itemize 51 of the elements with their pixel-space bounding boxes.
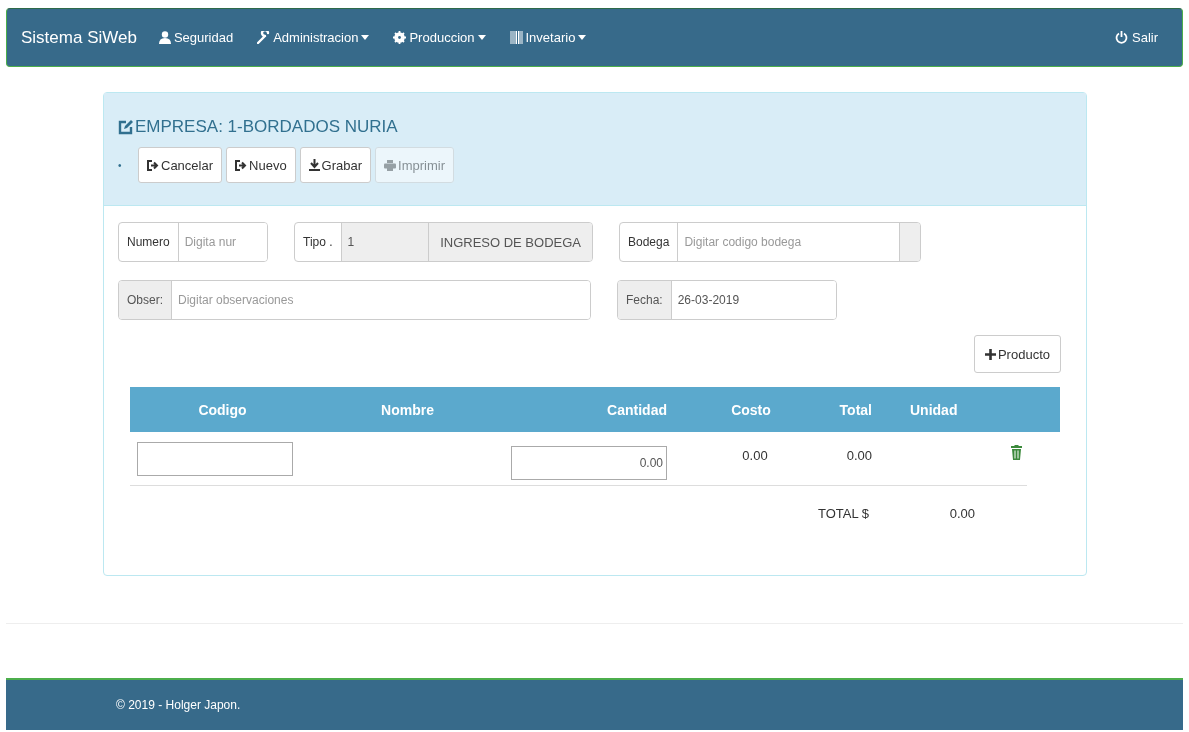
type-name: INGRESO DE BODEGA — [428, 223, 592, 261]
power-icon — [1115, 31, 1128, 44]
toolbar-button[interactable]: Grabar — [299, 147, 372, 183]
panel-title: EMPRESA: 1-BORDADOS NURIA — [135, 117, 398, 137]
field-label: Obser: — [119, 281, 172, 319]
sign-out-icon — [147, 159, 159, 171]
printer-icon — [384, 159, 397, 171]
list-bullet: • — [118, 159, 123, 171]
table-cell: 0.00 — [846, 448, 872, 463]
total-value: 0.00 — [948, 505, 976, 521]
input-group[interactable]: Fecha: 26-03-2019 — [617, 280, 837, 320]
menu-item[interactable]: Administracion — [257, 30, 370, 45]
code-input[interactable] — [137, 441, 293, 476]
input-group[interactable]: Obser: Digitar observaciones — [118, 280, 591, 320]
caret-icon — [477, 35, 486, 40]
field-label: Numero — [119, 223, 179, 261]
brand-title[interactable]: Sistema SiWeb — [21, 27, 137, 48]
field-label: Fecha: — [618, 281, 672, 319]
table-cell: 0.00 — [742, 448, 768, 463]
logout-link[interactable]: Salir — [1115, 30, 1158, 45]
add-product-button[interactable]: Producto — [973, 335, 1061, 373]
menu-item[interactable]: Invetario — [509, 30, 587, 45]
download-icon — [308, 159, 320, 171]
column-header: Codigo — [197, 401, 248, 418]
input-group[interactable]: Numero Digita nur — [118, 222, 268, 262]
gear-icon — [393, 31, 407, 44]
column-header: Unidad — [909, 401, 959, 418]
lookup-addon[interactable] — [899, 223, 920, 261]
toolbar-button[interactable]: Nuevo — [226, 147, 296, 183]
total-label: TOTAL $ — [816, 505, 870, 521]
column-header: Cantidad — [606, 401, 668, 418]
edit-icon — [118, 119, 133, 135]
column-header: Nombre — [380, 401, 435, 418]
column-header: Total — [838, 401, 873, 418]
person-icon — [158, 31, 171, 44]
plus-icon — [984, 348, 996, 360]
column-header: Costo — [730, 401, 772, 418]
barcode-icon — [509, 31, 523, 44]
input-field[interactable]: 1 — [341, 223, 429, 261]
menu-item[interactable]: Seguridad — [158, 30, 234, 45]
caret-icon — [578, 35, 587, 40]
caret-icon — [361, 35, 370, 40]
quantity-input[interactable]: 0.00 — [511, 445, 667, 480]
copyright-text: © 2019 - Holger Japon. — [116, 698, 241, 712]
field-label: Tipo . — [295, 223, 342, 261]
sign-out-icon — [235, 159, 248, 171]
wrench-icon — [257, 31, 271, 44]
trash-icon[interactable] — [1011, 445, 1022, 460]
input-group[interactable]: Bodega Digitar codigo bodega — [619, 222, 921, 262]
menu-item[interactable]: Produccion — [393, 30, 486, 45]
toolbar-button[interactable]: Cancelar — [138, 147, 223, 183]
